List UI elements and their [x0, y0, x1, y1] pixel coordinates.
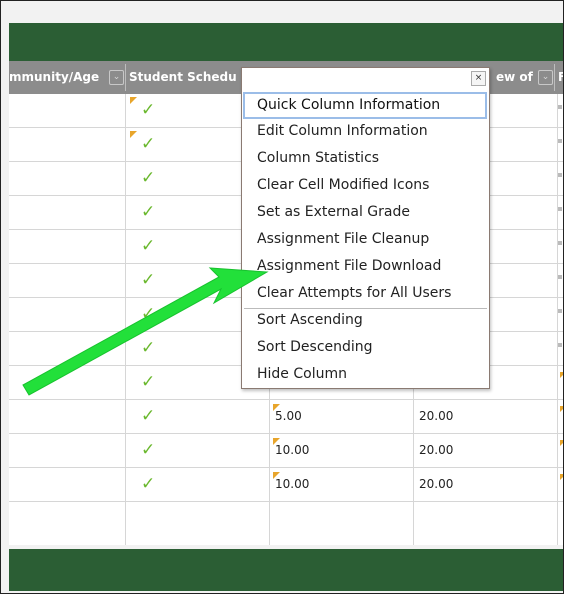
pointer-arrow: [22, 267, 269, 396]
window-frame: mmunity/Age ⌄ Student Schedu ew of ⌄ F ✓…: [0, 0, 564, 594]
green-arrow-icon: [22, 267, 269, 396]
